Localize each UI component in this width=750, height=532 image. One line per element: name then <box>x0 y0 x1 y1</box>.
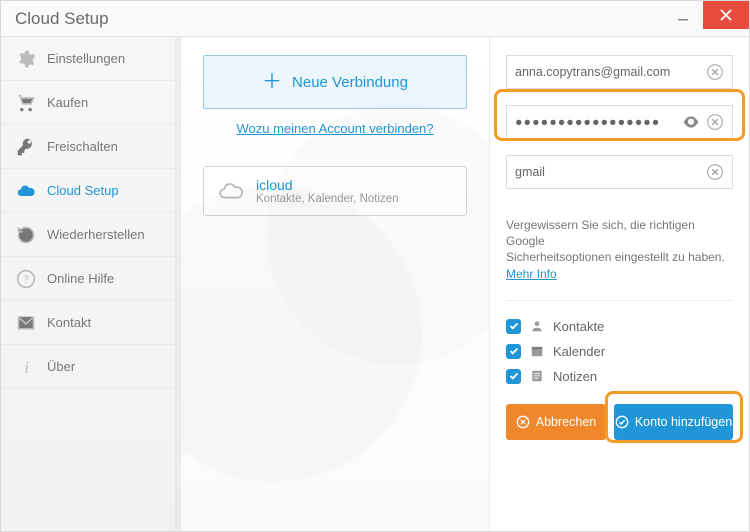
window-title: Cloud Setup <box>15 9 663 29</box>
person-icon <box>529 319 545 333</box>
sidebar-item-cloud-setup[interactable]: Cloud Setup <box>1 169 180 213</box>
minimize-button[interactable] <box>663 5 703 33</box>
reveal-password-button[interactable] <box>682 113 700 131</box>
checkbox-label: Notizen <box>553 369 597 384</box>
checkbox-label: Kontakte <box>553 319 604 334</box>
sidebar-item-label: Wiederherstellen <box>47 227 145 242</box>
mail-icon <box>15 313 37 333</box>
svg-text:i: i <box>24 357 29 376</box>
center-pane: ＋ Neue Verbindung Wozu meinen Account ve… <box>181 37 489 531</box>
add-account-button[interactable]: Konto hinzufügen <box>614 404 733 440</box>
action-row: Abbrechen Konto hinzufügen <box>506 404 733 440</box>
checkbox <box>506 344 521 359</box>
password-field-wrap <box>506 105 733 139</box>
help-icon: ? <box>15 269 37 289</box>
check-circle-icon <box>615 415 629 429</box>
right-pane: Vergewissern Sie sich, die richtigen Goo… <box>489 37 749 531</box>
email-field[interactable] <box>515 65 700 79</box>
sidebar: Einstellungen Kaufen Freischalten Cloud … <box>1 37 181 531</box>
sidebar-item-wiederherstellen[interactable]: Wiederherstellen <box>1 213 180 257</box>
cancel-label: Abbrechen <box>536 415 596 429</box>
sidebar-item-ueber[interactable]: i Über <box>1 345 180 389</box>
separator <box>506 300 733 301</box>
sidebar-item-label: Über <box>47 359 75 374</box>
clear-service-button[interactable] <box>706 163 724 181</box>
cloud-icon <box>15 181 37 201</box>
sidebar-item-label: Kontakt <box>47 315 91 330</box>
new-connection-button[interactable]: ＋ Neue Verbindung <box>203 55 467 109</box>
sidebar-item-label: Einstellungen <box>47 51 125 66</box>
checkbox-label: Kalender <box>553 344 605 359</box>
connection-card-subtitle: Kontakte, Kalender, Notizen <box>256 193 399 205</box>
checkbox <box>506 369 521 384</box>
note-icon <box>529 369 545 383</box>
cancel-button[interactable]: Abbrechen <box>506 404 606 440</box>
close-button[interactable] <box>703 1 749 29</box>
more-info-link[interactable]: Mehr Info <box>506 267 557 281</box>
email-field-wrap <box>506 55 733 89</box>
checkbox-kalender[interactable]: Kalender <box>506 344 733 359</box>
password-field[interactable] <box>515 115 676 129</box>
service-field-wrap <box>506 155 733 189</box>
titlebar: Cloud Setup <box>1 1 749 37</box>
minimize-icon <box>677 13 689 25</box>
new-connection-label: Neue Verbindung <box>292 74 408 91</box>
connection-card-title: icloud <box>256 177 399 193</box>
info-icon: i <box>15 357 37 377</box>
gear-icon <box>15 49 37 69</box>
calendar-icon <box>529 344 545 358</box>
clear-email-button[interactable] <box>706 63 724 81</box>
close-icon <box>720 9 732 21</box>
sidebar-item-label: Cloud Setup <box>47 183 119 198</box>
checkbox-kontakte[interactable]: Kontakte <box>506 319 733 334</box>
service-field[interactable] <box>515 165 700 179</box>
sidebar-item-kaufen[interactable]: Kaufen <box>1 81 180 125</box>
cloud-outline-icon <box>218 180 244 203</box>
restore-icon <box>15 225 37 245</box>
sidebar-item-label: Kaufen <box>47 95 88 110</box>
why-connect-link[interactable]: Wozu meinen Account verbinden? <box>203 121 467 136</box>
cancel-icon <box>516 415 530 429</box>
key-icon <box>15 137 37 157</box>
checkbox <box>506 319 521 334</box>
clear-password-button[interactable] <box>706 113 724 131</box>
cart-icon <box>15 93 37 113</box>
main: Einstellungen Kaufen Freischalten Cloud … <box>1 37 749 531</box>
sidebar-item-freischalten[interactable]: Freischalten <box>1 125 180 169</box>
checkbox-notizen[interactable]: Notizen <box>506 369 733 384</box>
sidebar-item-online-hilfe[interactable]: ? Online Hilfe <box>1 257 180 301</box>
connection-card-icloud[interactable]: icloud Kontakte, Kalender, Notizen <box>203 166 467 216</box>
svg-text:?: ? <box>23 273 28 286</box>
sidebar-item-label: Online Hilfe <box>47 271 114 286</box>
sidebar-item-label: Freischalten <box>47 139 118 154</box>
sidebar-item-kontakt[interactable]: Kontakt <box>1 301 180 345</box>
add-account-label: Konto hinzufügen <box>635 415 732 429</box>
security-hint: Vergewissern Sie sich, die richtigen Goo… <box>506 217 733 282</box>
sidebar-item-einstellungen[interactable]: Einstellungen <box>1 37 180 81</box>
